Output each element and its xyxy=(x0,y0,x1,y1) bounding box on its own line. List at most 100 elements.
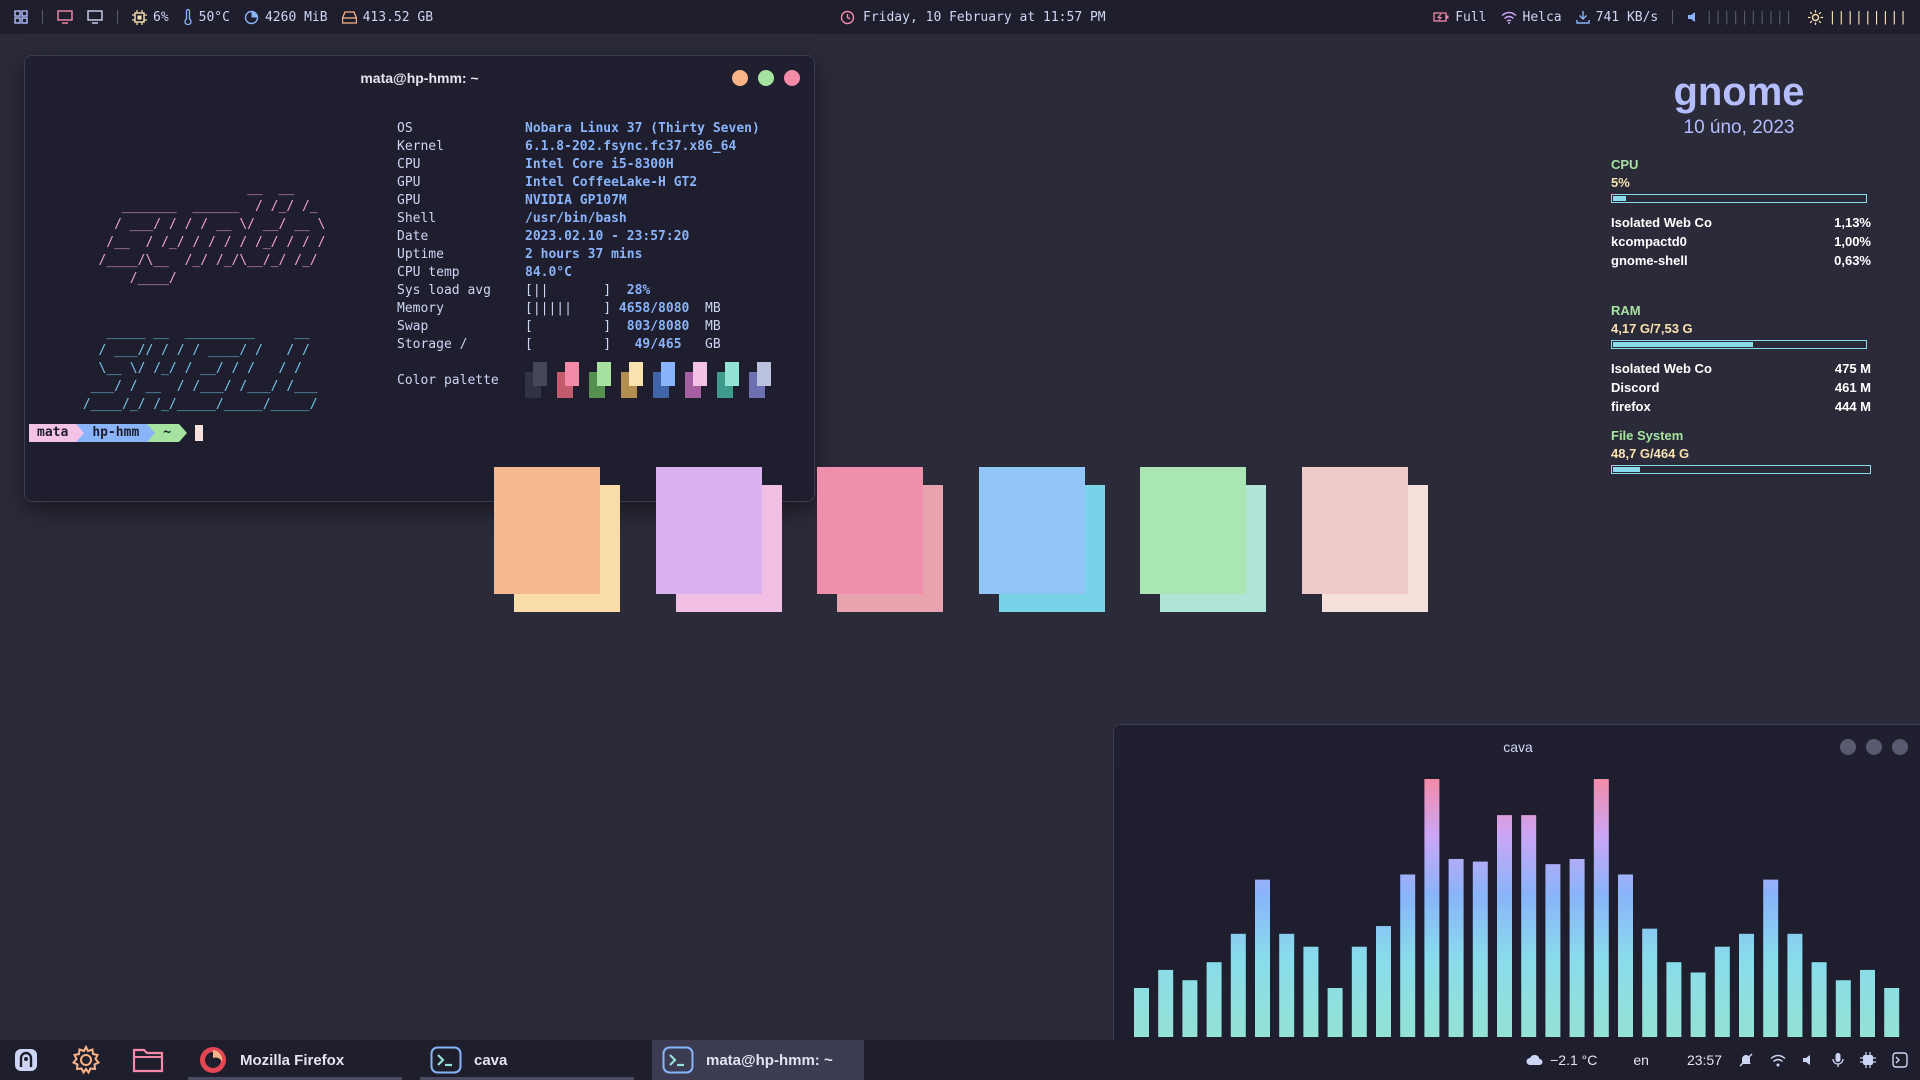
filesystem-bar-fill xyxy=(1613,467,1640,472)
minimize-button[interactable] xyxy=(732,70,748,86)
settings-button[interactable] xyxy=(66,1040,106,1080)
cpu-indicator: 6% xyxy=(132,9,169,25)
speaker-icon[interactable] xyxy=(1802,1053,1816,1067)
text-cursor[interactable] xyxy=(195,425,204,441)
disk-value: 413.52 GB xyxy=(362,9,434,25)
weather-indicator[interactable]: −2.1 °C xyxy=(1526,1052,1597,1068)
battery-value: Full xyxy=(1455,9,1487,25)
visualizer-bar xyxy=(1327,987,1343,1037)
visualizer-bar xyxy=(1472,861,1488,1037)
swatch-light xyxy=(757,362,771,386)
info-key: GPU xyxy=(397,175,421,190)
workspace-1-icon[interactable] xyxy=(57,10,73,24)
meter-value: [ ] 49/465 GB xyxy=(525,336,721,354)
temperature-indicator: 50°C xyxy=(183,9,230,25)
info-row: Date 2023.02.10 - 23:57:20 xyxy=(397,228,773,246)
visualizer-bar xyxy=(1448,858,1464,1037)
task-terminal[interactable]: mata@hp-hmm: ~ xyxy=(652,1040,864,1080)
filesystem-label: File System xyxy=(1611,428,1684,443)
separator xyxy=(42,10,43,24)
apps-grid-icon[interactable] xyxy=(14,10,28,24)
process-row: Discord 461 M xyxy=(1611,378,1871,397)
visualizer-bar xyxy=(1642,928,1658,1037)
color-palette xyxy=(525,362,773,398)
visualizer-bar xyxy=(1787,933,1803,1037)
minimize-button[interactable] xyxy=(1840,739,1856,755)
meter-row: Memory [||||| ] 4658/8080 MB xyxy=(397,300,773,318)
brightness-level[interactable]: ||||||||| xyxy=(1829,10,1908,25)
system-info: OS Nobara Linux 37 (Thirty Seven) Kernel 6.… xyxy=(397,120,773,398)
maximize-button[interactable] xyxy=(1866,739,1882,755)
process-row: gnome-shell 0,63% xyxy=(1611,251,1871,270)
task-cava[interactable]: cava xyxy=(420,1040,634,1080)
brightness-indicator[interactable]: ||||||||| xyxy=(1807,9,1908,25)
swatch-light xyxy=(693,362,707,386)
meter-key: Swap xyxy=(397,319,429,334)
info-key: CPU xyxy=(397,157,421,172)
terminal-window[interactable]: mata@hp-hmm: ~ __ __ _______ ______ / /_… xyxy=(24,55,815,502)
ascii-line: /____/_/ /_/_____/_____/_____/ xyxy=(75,397,318,412)
clock[interactable]: Friday, 10 February at 11:57 PM xyxy=(840,0,1106,34)
terminal-icon xyxy=(662,1046,694,1074)
ascii-logo: __ __ _______ ______ / /_/ /_ / ___/ / /… xyxy=(75,144,326,450)
close-button[interactable] xyxy=(1892,739,1908,755)
files-button[interactable] xyxy=(128,1040,168,1080)
cpu-value: 6% xyxy=(153,9,169,25)
memory-indicator: 4260 MiB xyxy=(244,10,328,25)
square xyxy=(978,467,1085,594)
task-firefox[interactable]: Mozilla Firefox xyxy=(188,1040,402,1080)
info-value: Nobara Linux 37 (Thirty Seven) xyxy=(525,121,760,136)
shell-prompt[interactable]: mata hp-hmm ~ xyxy=(29,424,204,442)
swatch-light xyxy=(725,362,739,386)
visualizer-bar xyxy=(1545,864,1561,1037)
visualizer-bar xyxy=(1593,779,1609,1037)
filesystem-bar xyxy=(1611,465,1871,474)
processor-icon[interactable] xyxy=(1860,1052,1876,1068)
keyboard-layout[interactable]: en xyxy=(1633,1052,1649,1068)
info-row: OS Nobara Linux 37 (Thirty Seven) xyxy=(397,120,773,138)
info-row: CPU Intel Core i5-8300H xyxy=(397,156,773,174)
microphone-icon[interactable] xyxy=(1832,1052,1844,1068)
meter-number: 803/8080 xyxy=(611,319,690,334)
terminal-titlebar[interactable]: mata@hp-hmm: ~ xyxy=(25,56,814,100)
cava-title: cava xyxy=(1503,739,1533,755)
visualizer-bar xyxy=(1230,933,1246,1037)
cava-window[interactable]: cava xyxy=(1113,724,1920,1044)
temperature-value: 50°C xyxy=(198,9,230,25)
clock-icon xyxy=(840,10,855,25)
info-row: GPU NVIDIA GP107M xyxy=(397,192,773,210)
wifi-icon[interactable] xyxy=(1770,1054,1786,1067)
meter-key: Storage / xyxy=(397,337,468,352)
notifications-off-icon[interactable] xyxy=(1738,1052,1754,1068)
volume-icon xyxy=(1687,11,1699,23)
visualizer-bar xyxy=(1134,987,1149,1037)
taskbar-clock[interactable]: 23:57 xyxy=(1687,1052,1722,1068)
prompt-dir: ~ xyxy=(155,424,180,442)
separator xyxy=(1672,10,1674,24)
ascii-line: / ___// / / / ____/ / / / xyxy=(75,343,310,358)
wifi-indicator[interactable]: Helca xyxy=(1501,10,1562,25)
cava-titlebar[interactable]: cava xyxy=(1114,725,1920,769)
network-speed-indicator: 741 KB/s xyxy=(1575,10,1658,25)
widget-title: gnome xyxy=(1673,70,1805,114)
ascii-line: / ___/ / / / __ \/ __/ __ \ xyxy=(75,217,326,232)
volume-level[interactable]: |||||||||| xyxy=(1705,10,1793,25)
maximize-button[interactable] xyxy=(758,70,774,86)
datetime-label: Friday, 10 February at 11:57 PM xyxy=(863,9,1106,25)
app-launcher-button[interactable] xyxy=(8,1040,44,1080)
square xyxy=(494,467,600,594)
meter-row: Swap [ ] 803/8080 MB xyxy=(397,318,773,336)
volume-indicator[interactable]: |||||||||| xyxy=(1687,10,1793,25)
workspace-2-icon[interactable] xyxy=(87,10,103,24)
filesystem-section: File System 48,7 G/464 G xyxy=(1611,428,1871,474)
terminal-tray-icon[interactable] xyxy=(1892,1052,1908,1068)
disk-indicator: 413.52 GB xyxy=(341,9,434,25)
palette-swatch xyxy=(621,362,645,398)
close-button[interactable] xyxy=(784,70,800,86)
color-palette-row: Color palette xyxy=(397,362,773,398)
visualizer-bar xyxy=(1351,946,1367,1037)
battery-indicator[interactable]: Full xyxy=(1433,9,1487,25)
info-value: Intel Core i5-8300H xyxy=(525,157,674,172)
meter-number: 49/465 xyxy=(611,337,682,352)
meter-row: Storage / [ ] 49/465 GB xyxy=(397,336,773,354)
